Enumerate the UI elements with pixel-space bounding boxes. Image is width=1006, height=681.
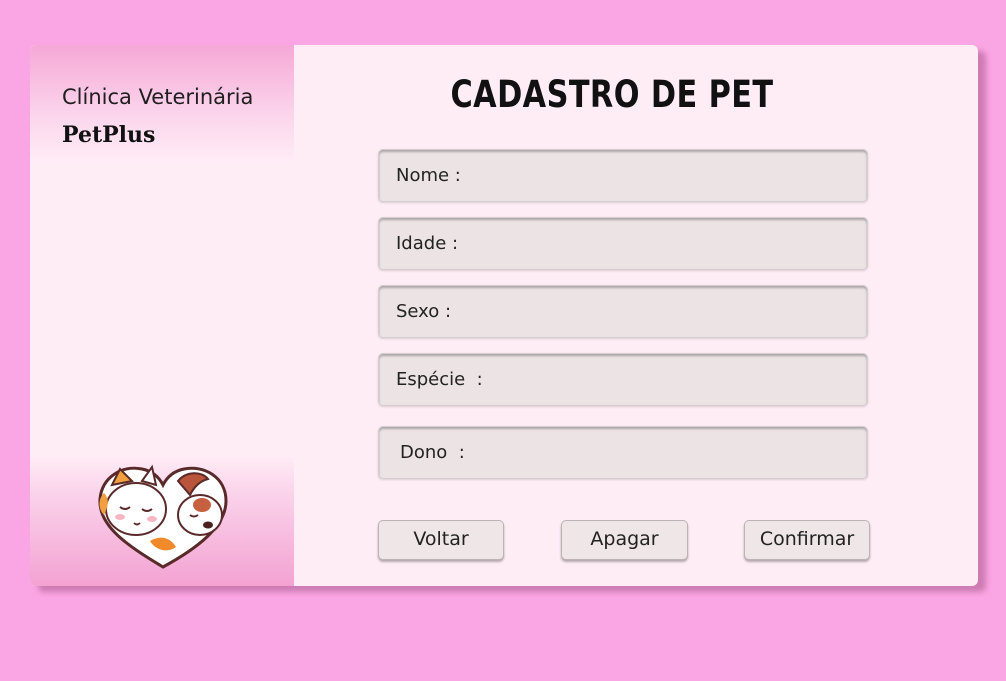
- cat-dog-heart-icon: [98, 464, 228, 569]
- sex-label: Sexo :: [396, 301, 452, 322]
- name-label: Nome :: [396, 165, 461, 186]
- registration-card: Clínica Veterinária PetPlus CADASTRO DE: [30, 45, 978, 586]
- owner-field[interactable]: Dono :: [378, 426, 868, 479]
- page-title: CADASTRO DE PET: [450, 73, 774, 116]
- sex-field[interactable]: Sexo :: [378, 285, 868, 338]
- species-field[interactable]: Espécie :: [378, 353, 868, 406]
- clear-button[interactable]: Apagar: [561, 520, 688, 560]
- brand-name: PetPlus: [62, 122, 156, 148]
- confirm-button[interactable]: Confirmar: [744, 520, 870, 560]
- back-button[interactable]: Voltar: [378, 520, 504, 560]
- owner-label: Dono :: [400, 442, 465, 463]
- age-label: Idade :: [396, 233, 459, 254]
- species-label: Espécie :: [396, 369, 483, 390]
- sidebar: Clínica Veterinária PetPlus: [30, 45, 294, 586]
- age-field[interactable]: Idade :: [378, 217, 868, 270]
- clinic-name: Clínica Veterinária: [62, 85, 254, 109]
- name-field[interactable]: Nome :: [378, 149, 868, 202]
